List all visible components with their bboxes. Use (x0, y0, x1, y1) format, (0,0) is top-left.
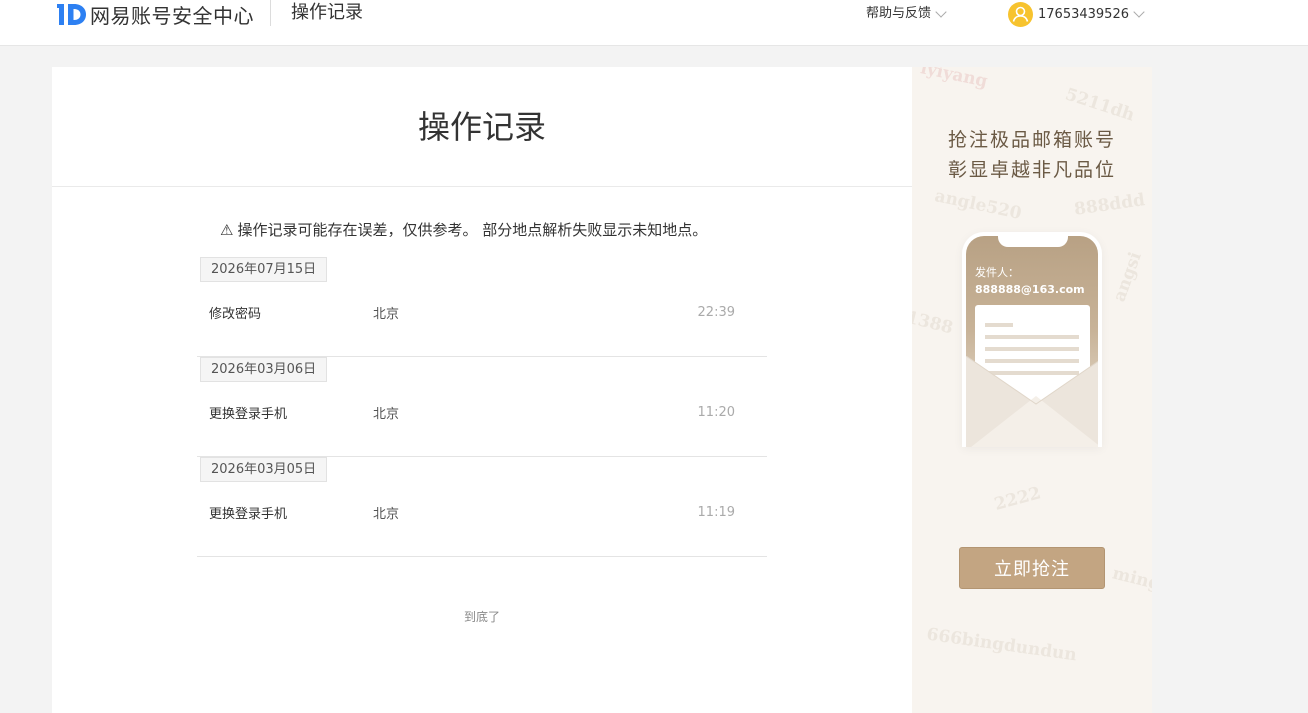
record-date: 2026年03月05日 (200, 457, 328, 482)
promo-slogan: 抢注极品邮箱账号 彰显卓越非凡品位 (912, 125, 1152, 185)
id-logo-icon (57, 2, 87, 26)
phone-notch (998, 236, 1068, 247)
record-date: 2026年03月06日 (200, 357, 328, 382)
record-item: 2026年03月05日 更换登录手机 北京 11:19 (197, 457, 767, 557)
watermark-text: 666bingdundun (925, 624, 1078, 666)
chevron-down-icon (935, 5, 947, 18)
user-phone: 17653439526 (1038, 7, 1129, 22)
record-action: 更换登录手机 (209, 407, 288, 422)
sender-label: 发件人： (975, 266, 1019, 279)
record-time: 11:20 (697, 405, 735, 420)
record-item: 2026年03月06日 更换登录手机 北京 11:20 (197, 357, 767, 457)
watermark-text: 5211dh (1062, 84, 1137, 126)
record-time: 11:19 (697, 505, 735, 520)
record-item: 2026年07月15日 修改密码 北京 22:39 (197, 257, 767, 357)
help-feedback-label: 帮助与反馈 (866, 6, 932, 21)
phone-illustration: 发件人： 888888@163.com (962, 232, 1102, 447)
watermark-text: 2222 (992, 483, 1044, 515)
record-location: 北京 (373, 507, 400, 522)
letter-line (985, 323, 1013, 327)
register-now-button[interactable]: 立即抢注 (959, 547, 1105, 589)
watermark-text: ming (1110, 563, 1152, 595)
letter-line (985, 347, 1079, 351)
promo-banner[interactable]: iyiyang 5211dh angle520 888ddd 1388 angs… (912, 67, 1152, 713)
page-title: 操作记录 (417, 107, 546, 146)
record-location: 北京 (373, 307, 400, 322)
sender-email: 888888@163.com (975, 283, 1085, 296)
promo-slogan-line: 抢注极品邮箱账号 (947, 129, 1116, 151)
end-of-list-label: 到底了 (463, 610, 500, 624)
operation-log-card: 操作记录 ⚠ 操作记录可能存在误差，仅供参考。 部分地点解析失败显示未知地点。 … (52, 67, 912, 713)
warning-icon: ⚠ (220, 220, 234, 239)
watermark-text: iyiyang (918, 67, 990, 92)
record-action: 更换登录手机 (209, 507, 288, 522)
header-divider (270, 0, 271, 26)
card-header: 操作记录 (52, 67, 912, 187)
chevron-down-icon (1133, 6, 1145, 18)
watermark-text: angle520 (932, 186, 1024, 224)
notice-message: 操作记录可能存在误差，仅供参考。 部分地点解析失败显示未知地点。 (237, 221, 708, 239)
record-list: 2026年07月15日 修改密码 北京 22:39 2026年03月06日 更换… (197, 257, 767, 557)
record-action: 修改密码 (209, 307, 262, 322)
record-date: 2026年07月15日 (200, 257, 328, 282)
brand-logo[interactable]: 网易账号安全中心 (57, 1, 254, 28)
user-avatar-icon (1008, 2, 1033, 27)
record-time: 22:39 (697, 305, 735, 320)
letter-line (985, 335, 1079, 339)
watermark-text: 1388 (912, 307, 956, 339)
user-menu[interactable]: 17653439526 (1008, 2, 1145, 27)
envelope-icon (966, 356, 1098, 447)
promo-slogan-line: 彰显卓越非凡品位 (947, 159, 1116, 181)
header-page-name: 操作记录 (291, 2, 363, 23)
watermark-text: 888ddd (1072, 190, 1147, 220)
top-header: 网易账号安全中心 操作记录 帮助与反馈 17653439526 (0, 0, 1308, 46)
help-feedback-menu[interactable]: 帮助与反馈 (866, 5, 947, 23)
brand-name: 网易账号安全中心 (90, 3, 254, 28)
watermark-text: angsi (1109, 249, 1146, 305)
record-location: 北京 (373, 407, 400, 422)
notice-text: ⚠ 操作记录可能存在误差，仅供参考。 部分地点解析失败显示未知地点。 (220, 219, 707, 240)
